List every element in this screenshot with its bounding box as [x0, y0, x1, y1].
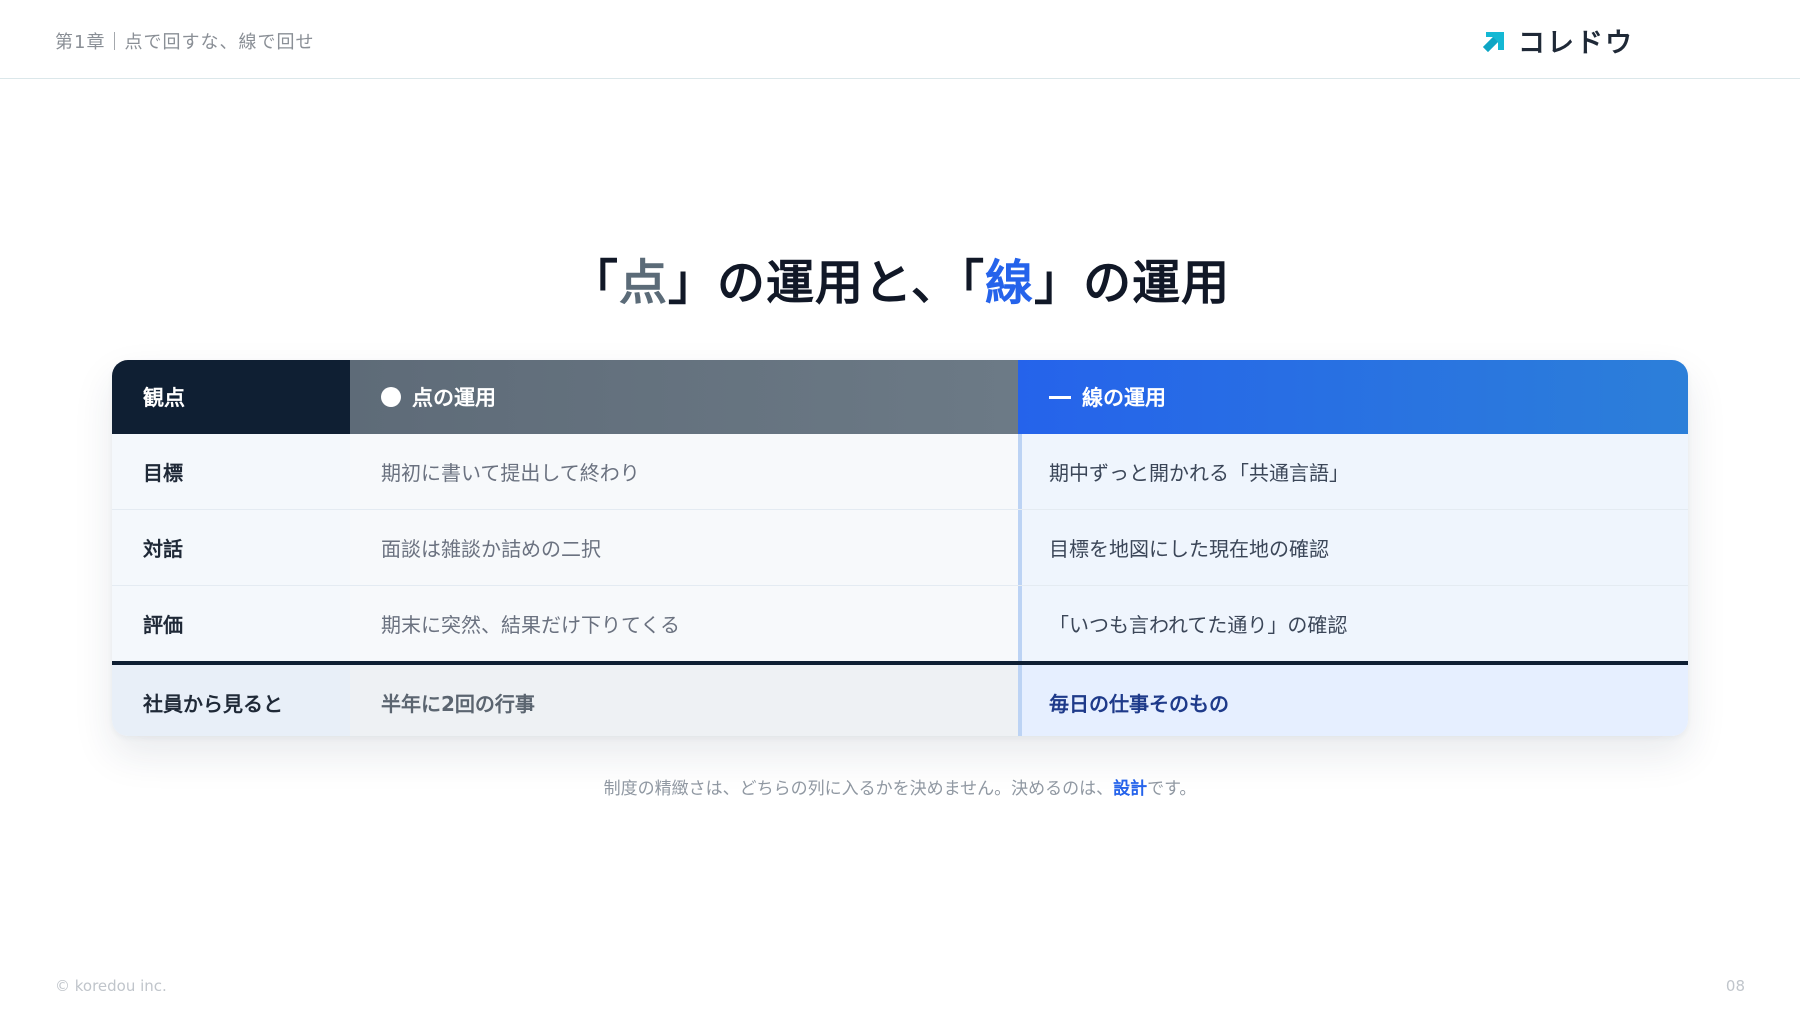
footnote: 制度の精緻さは、どちらの列に入るかを決めません。決めるのは、設計です。 [0, 774, 1800, 799]
summary-point: 半年に2回の行事 [350, 665, 1018, 736]
summary-line: 毎日の仕事そのもの [1018, 665, 1688, 736]
summary-label: 社員から見ると [112, 665, 350, 736]
header-line: 線の運用 [1018, 360, 1688, 434]
header-line-label: 線の運用 [1082, 386, 1166, 410]
point-cell: 面談は雑談か詰めの二択 [350, 510, 1018, 585]
footnote-text: 制度の精緻さは、どちらの列に入るかを決めません。決めるのは、 [603, 779, 1114, 799]
page-header: 第1章｜点で回すな、線で回せ コレドウ [0, 0, 1800, 79]
row-label: 評価 [112, 586, 350, 661]
brand-logo: コレドウ [1482, 22, 1634, 59]
line-cell: 「いつも言われてた通り」の確認 [1018, 586, 1688, 661]
summary-row: 社員から見ると 半年に2回の行事 毎日の仕事そのもの [112, 665, 1688, 736]
point-cell: 期初に書いて提出して終わり [350, 434, 1018, 509]
title-highlight-line: 線 [985, 255, 1035, 311]
title-part: 「 [569, 255, 619, 311]
table-row: 対話 面談は雑談か詰めの二択 目標を地図にした現在地の確認 [112, 510, 1688, 586]
table-header-row: 観点 点の運用 線の運用 [112, 360, 1688, 434]
line-cell: 期中ずっと開かれる「共通言語」 [1018, 434, 1688, 509]
title-highlight-point: 点 [618, 255, 668, 311]
slide-title: 「点」の運用と、「線」の運用 [0, 243, 1800, 313]
copyright: © koredou inc. [55, 977, 167, 995]
chapter-label: 第1章｜点で回すな、線で回せ [55, 32, 315, 53]
line-cell: 目標を地図にした現在地の確認 [1018, 510, 1688, 585]
logo-text: コレドウ [1518, 27, 1634, 59]
arrow-up-right-icon [1482, 26, 1508, 54]
header-aspect: 観点 [112, 360, 350, 434]
row-label: 対話 [112, 510, 350, 585]
comparison-table: 観点 点の運用 線の運用 目標 期初に書いて提出して終わり 期中ずっと開かれる「… [112, 360, 1688, 736]
table-row: 目標 期初に書いて提出して終わり 期中ずっと開かれる「共通言語」 [112, 434, 1688, 510]
dot-icon [381, 387, 401, 407]
row-label: 目標 [112, 434, 350, 509]
header-aspect-label: 観点 [143, 386, 185, 410]
point-cell: 期末に突然、結果だけ下りてくる [350, 586, 1018, 661]
page-number: 08 [1725, 977, 1745, 995]
header-point: 点の運用 [350, 360, 1018, 434]
footnote-text: です。 [1147, 779, 1197, 799]
table-row: 評価 期末に突然、結果だけ下りてくる 「いつも言われてた通り」の確認 [112, 586, 1688, 661]
title-part: 」の運用と、「 [667, 255, 986, 311]
header-point-label: 点の運用 [412, 386, 496, 410]
dash-icon [1049, 395, 1071, 399]
title-part: 」の運用 [1034, 255, 1231, 311]
footnote-emphasis: 設計 [1113, 779, 1148, 799]
